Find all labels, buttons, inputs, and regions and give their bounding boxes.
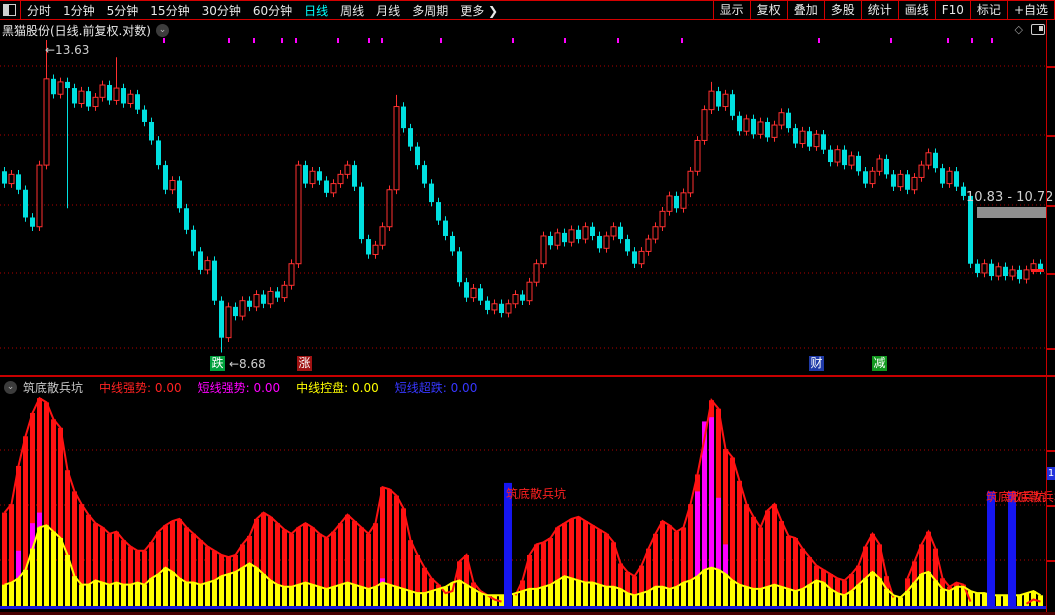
menu-item-画线[interactable]: 画线 <box>897 1 935 19</box>
menu-item-分时[interactable]: 分时 <box>21 4 57 18</box>
menu-item-F10[interactable]: F10 <box>934 1 970 19</box>
indicator-signal-label: 筑底散兵坑 <box>1006 490 1055 504</box>
indicator-name[interactable]: 筑底散兵坑 <box>23 379 83 396</box>
menu-item-1分钟[interactable]: 1分钟 <box>57 4 101 18</box>
menu-item-月线[interactable]: 月线 <box>370 4 406 18</box>
indicator-field-中线强势: 中线强势: 0.00 <box>99 380 182 395</box>
window-number-badge: 1 <box>1047 467 1055 480</box>
jian-badge: 减 <box>872 356 887 371</box>
menu-item-更多 ❯[interactable]: 更多 ❯ <box>454 4 504 18</box>
menu-item-5分钟[interactable]: 5分钟 <box>101 4 145 18</box>
layout-panel-icon[interactable] <box>1031 23 1045 35</box>
high-price-label: ←13.63 <box>45 43 90 57</box>
indicator-fields: 中线强势: 0.00 短线强势: 0.00 中线控盘: 0.00 短线超跌: 0.00 <box>83 379 477 396</box>
indicator-field-短线强势: 短线强势: 0.00 <box>197 380 281 395</box>
pane-divider[interactable] <box>0 375 1055 377</box>
axis-tick <box>1046 135 1055 137</box>
indicator-chart[interactable] <box>0 395 1055 615</box>
top-menu-bar: 分时 1分钟 5分钟 15分钟 30分钟 60分钟 日线 周线 月线 多周期 更多 ❯ 显示 复权 叠加… <box>0 0 1055 20</box>
period-menu: 分时 1分钟 5分钟 15分钟 30分钟 60分钟 日线 周线 月线 多周期 更多 ❯ <box>21 0 504 20</box>
candlestick-chart[interactable] <box>0 36 1055 376</box>
axis-tick <box>1046 66 1055 68</box>
axis-tick <box>1046 205 1055 207</box>
axis-tick <box>1046 348 1055 350</box>
menu-item-统计[interactable]: 统计 <box>860 1 898 19</box>
title-row-icons: ◇ <box>1015 22 1045 36</box>
price-highlight-box <box>977 207 1046 218</box>
last-price-range-label: 10.83 - 10.72 <box>966 190 1054 205</box>
menu-item-叠加[interactable]: 叠加 <box>786 1 824 19</box>
menu-item-日线[interactable]: 日线 <box>298 4 334 18</box>
menu-item-显示[interactable]: 显示 <box>712 1 750 19</box>
menu-item-复权[interactable]: 复权 <box>749 1 787 19</box>
indicator-header: ⌄ 筑底散兵坑 中线强势: 0.00 短线强势: 0.00 中线控盘: 0.00 短线… <box>4 379 477 395</box>
menu-item-30分钟[interactable]: 30分钟 <box>196 4 247 18</box>
indicator-field-中线控盘: 中线控盘: 0.00 <box>296 380 379 395</box>
menu-item-多股[interactable]: 多股 <box>823 1 861 19</box>
menu-item-周线[interactable]: 周线 <box>334 4 370 18</box>
low-price-label: ←8.68 <box>229 357 266 371</box>
axis-tick <box>1046 505 1055 507</box>
chart-right-border <box>1046 20 1047 612</box>
trading-app-window: 分时 1分钟 5分钟 15分钟 30分钟 60分钟 日线 周线 月线 多周期 更多 ❯ 显示 复权 叠加… <box>0 0 1055 615</box>
chevron-down-icon[interactable]: ⌄ <box>156 23 169 37</box>
fall-badge: 跌 <box>210 356 225 371</box>
menu-item-标记[interactable]: 标记 <box>969 1 1007 19</box>
indicator-signal-label: 筑底散兵坑 <box>506 487 567 501</box>
collapse-icon[interactable]: ⌄ <box>4 380 17 394</box>
current-price-dash <box>1031 269 1044 272</box>
indicator-field-短线超跌: 短线超跌: 0.00 <box>394 380 478 395</box>
menu-item-15分钟[interactable]: 15分钟 <box>144 4 195 18</box>
axis-tick <box>1046 450 1055 452</box>
axis-tick <box>1046 560 1055 562</box>
window-split-icon[interactable] <box>3 4 16 16</box>
cai-badge: 财 <box>809 356 824 371</box>
rise-badge: 涨 <box>297 356 312 371</box>
menu-item-+自选[interactable]: +自选 <box>1006 1 1055 19</box>
diamond-icon[interactable]: ◇ <box>1015 24 1023 35</box>
tools-menu: 显示 复权 叠加 多股 统计 画线 F10 标记 +自选 <box>712 1 1055 19</box>
axis-tick <box>1046 273 1055 275</box>
menu-item-60分钟[interactable]: 60分钟 <box>247 4 298 18</box>
menu-item-多周期[interactable]: 多周期 <box>406 4 454 18</box>
